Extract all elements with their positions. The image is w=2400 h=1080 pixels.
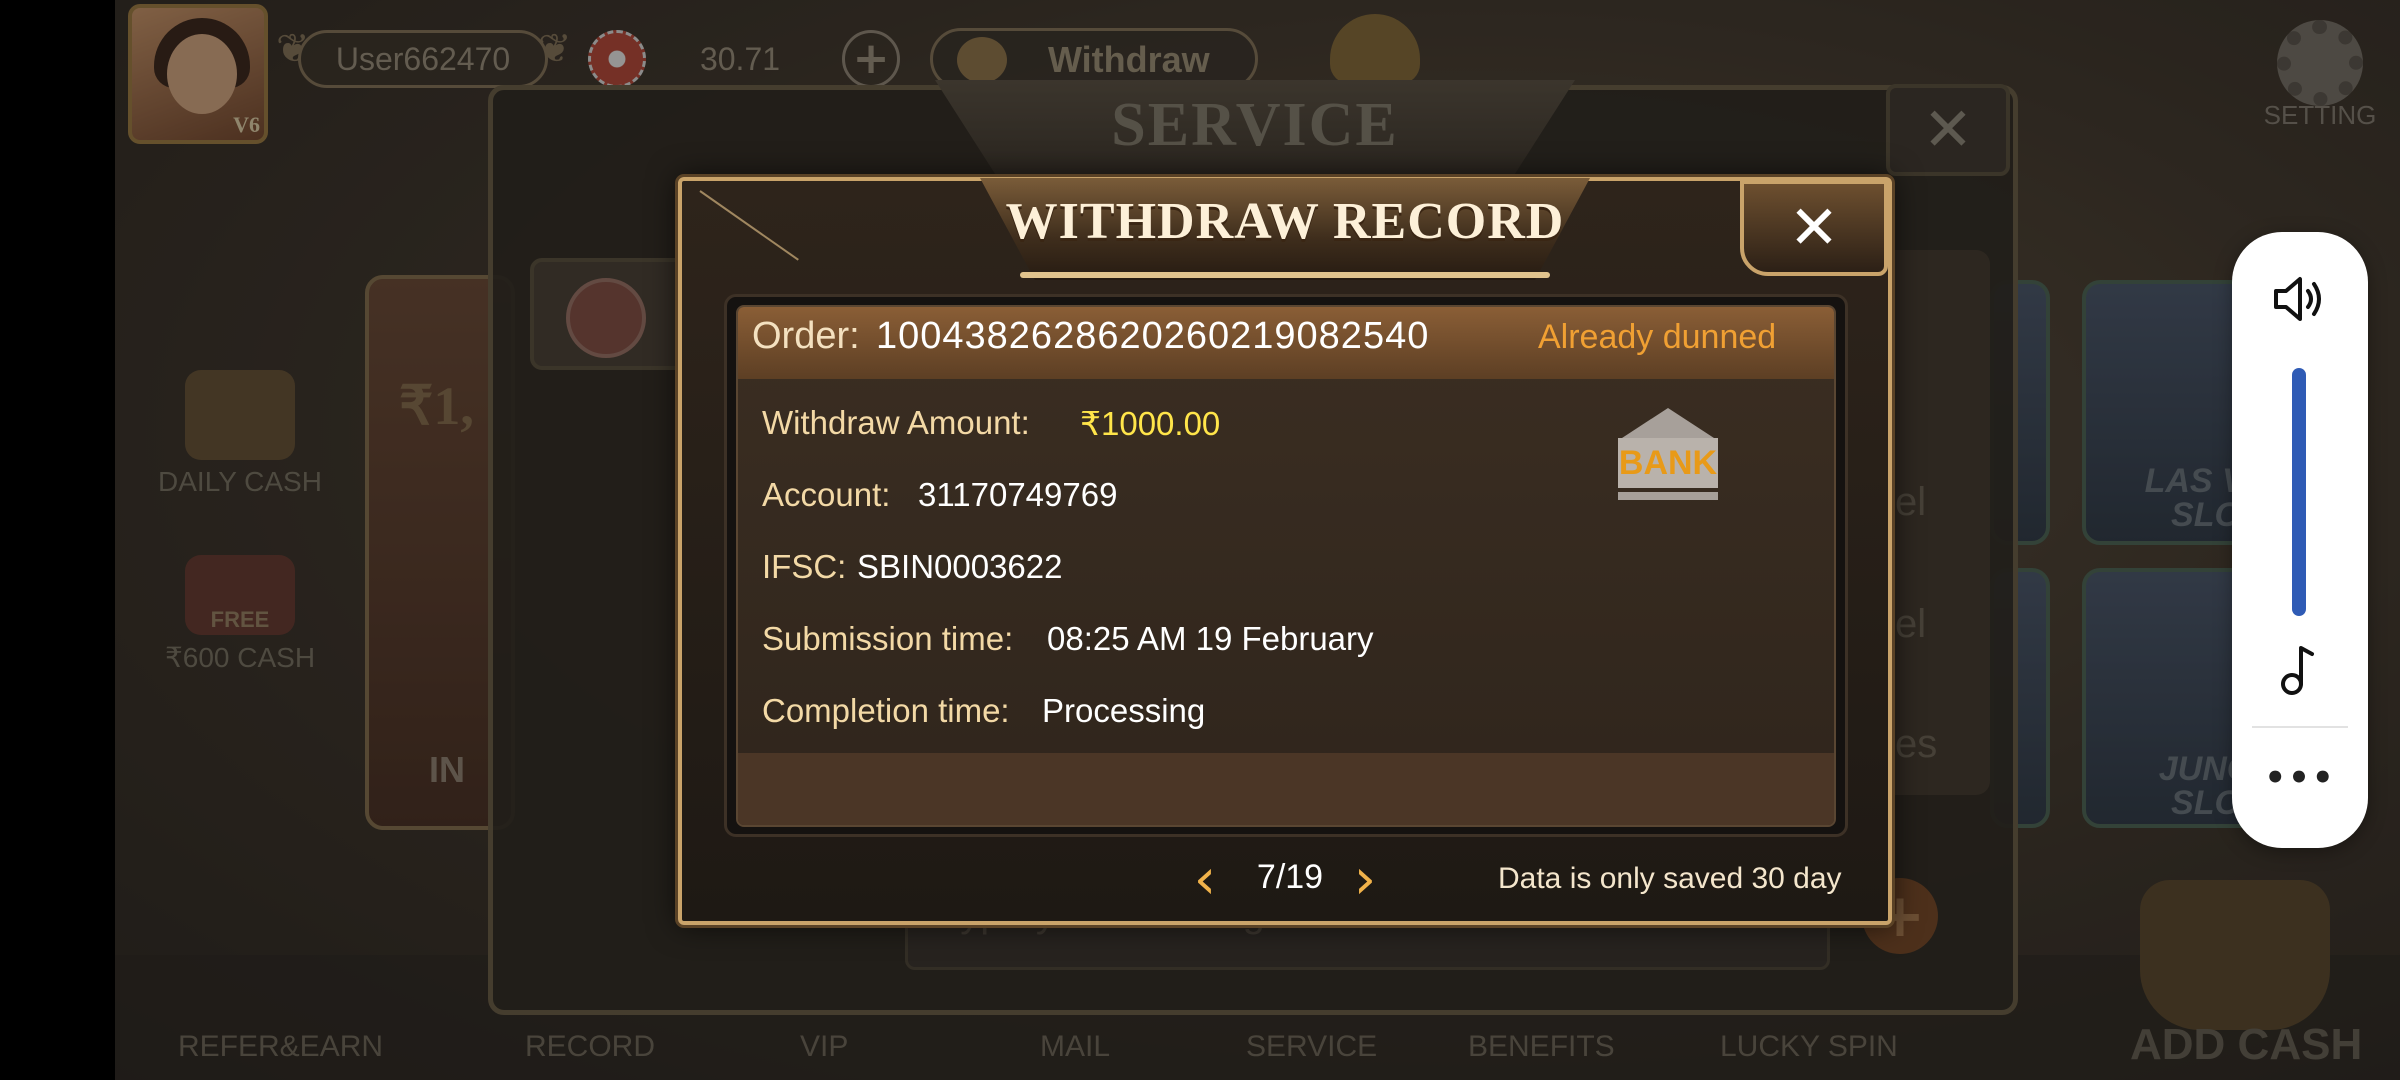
page-indicator: 7/19 [1256,858,1324,896]
bank-base [1618,492,1718,500]
music-note-icon[interactable] [2278,642,2322,698]
chevron-right-icon: › [1353,847,1377,912]
bank-label: BANK [1618,438,1718,488]
chevron-left-icon: ‹ [1193,847,1217,912]
completion-time-label: Completion time: [762,692,1010,729]
status-badge: Already dunned [1538,318,1777,356]
order-label: Order: [752,315,860,357]
header-gold-edge [1020,272,1550,278]
amount-value: ₹1000.00 [1080,405,1221,442]
ifsc-value: SBIN0003622 [857,548,1063,585]
close-icon: ✕ [1788,193,1840,263]
bank-icon: BANK [1618,408,1718,502]
next-page-button[interactable]: › [1340,850,1390,910]
account-label: Account: [762,476,891,513]
completion-time-value: Processing [1042,692,1206,729]
record-card-footer [738,753,1834,825]
speaker-icon[interactable] [2272,274,2328,324]
more-options-button[interactable]: ••• [2262,758,2338,798]
volume-divider [2252,726,2348,728]
close-button[interactable]: ✕ [1740,180,1888,276]
prev-page-button[interactable]: ‹ [1180,850,1230,910]
withdraw-record-title: WITHDRAW RECORD [1005,193,1565,250]
retention-note: Data is only saved 30 day [1498,862,1842,895]
submission-time-label: Submission time: [762,620,1014,657]
submission-time-value: 08:25 AM 19 February [1047,620,1374,657]
order-id: 10043826286202602190825​40 [876,315,1430,357]
bank-roof [1622,408,1714,438]
volume-slider[interactable] [2292,368,2306,616]
amount-label: Withdraw Amount: [762,404,1030,441]
account-value: 31170749769 [918,476,1118,513]
ifsc-label: IFSC: [762,548,847,585]
